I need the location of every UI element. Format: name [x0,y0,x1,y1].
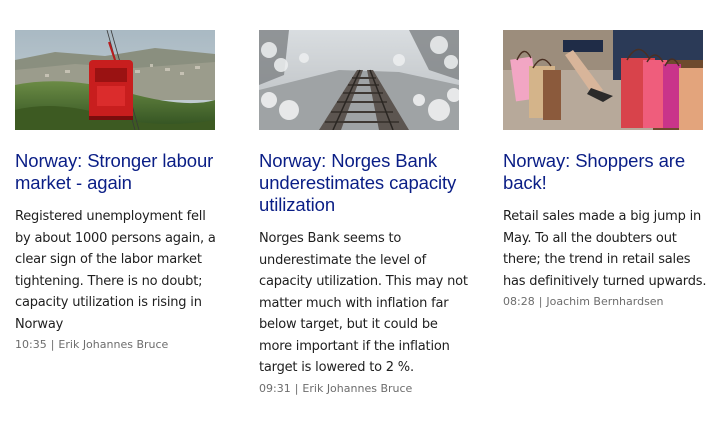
meta-separator: | [50,338,55,351]
article-time: 08:28 [503,295,535,308]
article-author: Joachim Bernhardsen [546,295,664,308]
article-author: Erik Johannes Bruce [58,338,169,351]
article-headline[interactable]: Norway: Stronger labour market - again [15,150,223,194]
article-time: 10:35 [15,338,47,351]
article-meta: 09:31 | Erik Johannes Bruce [259,381,469,397]
article-image-railway[interactable] [259,30,459,130]
article-author: Erik Johannes Bruce [302,381,413,395]
railway-tracks-image [259,30,459,130]
article-card: Norway: Stronger labour market - again R… [15,30,223,353]
article-image-shopping[interactable] [503,30,703,130]
article-lead: Registered unemployment fell by about 10… [15,209,216,332]
article-card: Norway: Norges Bank underestimates capac… [259,30,469,397]
shopping-bags-image [503,30,703,130]
article-time: 09:31 [259,381,291,395]
article-meta: 08:28 | Joachim Bernhardsen [503,294,713,310]
meta-separator: | [538,295,543,308]
article-lead: Norges Bank seems to underestimate the l… [259,231,468,375]
meta-separator: | [294,381,299,395]
article-headline[interactable]: Norway: Norges Bank underestimates capac… [259,150,469,216]
article-card: Norway: Shoppers are back! Retail sales … [503,30,713,310]
cable-car-image [15,30,215,130]
article-image-cable-car[interactable] [15,30,215,130]
article-lead: Retail sales made a big jump in May. To … [503,209,707,289]
article-headline[interactable]: Norway: Shoppers are back! [503,150,713,194]
article-meta: 10:35 | Erik Johannes Bruce [15,337,223,353]
